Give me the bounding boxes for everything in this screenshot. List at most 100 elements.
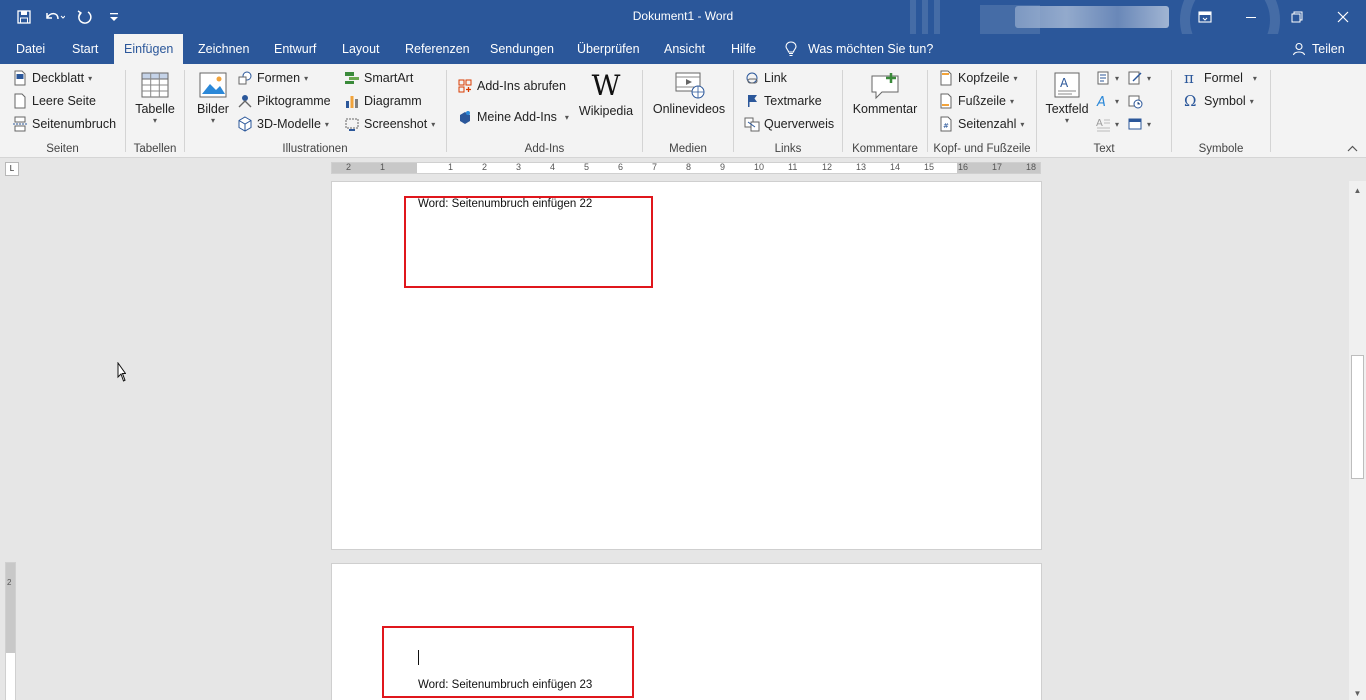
share-button[interactable]: Teilen [1292, 34, 1345, 64]
meine-add-ins-label: Meine Add-Ins [477, 110, 557, 124]
ruler-number: 15 [924, 162, 935, 172]
ruler-number: 16 [958, 162, 969, 172]
tab-ansicht[interactable]: Ansicht [664, 34, 705, 64]
kopfzeile-button[interactable]: Kopfzeile ▾ [938, 68, 1017, 88]
seitenzahl-label: Seitenzahl [958, 117, 1017, 131]
querverweis-button[interactable]: Querverweis [744, 114, 834, 134]
tab-referenzen[interactable]: Referenzen [405, 34, 470, 64]
vertical-scrollbar[interactable]: ▲ ▼ [1349, 181, 1366, 700]
diagramm-button[interactable]: Diagramm [344, 91, 422, 111]
leere-seite-button[interactable]: Leere Seite [12, 91, 96, 111]
tab-sendungen[interactable]: Sendungen [490, 34, 554, 64]
text-box-icon: A [1054, 72, 1080, 98]
smartart-button[interactable]: SmartArt [344, 68, 413, 88]
tab-entwurf[interactable]: Entwurf [274, 34, 316, 64]
ruler-number: 10 [754, 162, 765, 172]
drop-cap-icon: A [1096, 118, 1110, 132]
screenshot-icon [345, 118, 359, 131]
tabelle-button[interactable]: Tabelle ▾ [135, 70, 175, 125]
smartart-label: SmartArt [364, 71, 414, 85]
online-video-icon [675, 72, 705, 99]
minimize-icon[interactable] [1228, 0, 1274, 34]
quick-parts-icon [1097, 71, 1109, 85]
scroll-thumb[interactable] [1351, 355, 1364, 479]
textmarke-label: Textmarke [764, 94, 822, 108]
screenshot-button[interactable]: Screenshot ▾ [344, 114, 435, 134]
textfeld-button[interactable]: A Textfeld ▾ [1041, 70, 1093, 125]
tab-hilfe[interactable]: Hilfe [731, 34, 756, 64]
seitenzahl-button[interactable]: # Seitenzahl ▾ [938, 114, 1024, 134]
kommentar-label: Kommentar [852, 102, 918, 116]
close-icon[interactable] [1320, 0, 1366, 34]
ruler-number: 2 [482, 162, 488, 172]
link-button[interactable]: Link [744, 68, 787, 88]
ribbon-display-options-icon[interactable] [1182, 0, 1228, 34]
object-icon [1128, 118, 1142, 130]
collapse-ribbon-icon[interactable] [1347, 143, 1358, 155]
footer-icon [940, 93, 952, 109]
piktogramme-button[interactable]: Piktogramme [237, 91, 331, 111]
tab-zeichnen[interactable]: Zeichnen [198, 34, 249, 64]
shapes-icon [238, 71, 252, 85]
svg-text:A: A [1096, 118, 1103, 129]
symbol-button[interactable]: Ω Symbol ▾ [1184, 91, 1254, 111]
page-break-icon [13, 116, 27, 132]
tell-me-search[interactable]: Was möchten Sie tun? [784, 34, 933, 64]
horizontal-ruler[interactable]: 2 1 1 2 3 4 5 6 7 8 9 10 11 12 13 14 15 16 17 18 [331, 162, 1041, 174]
ruler-number: 9 [720, 162, 726, 172]
ruler-number: 8 [686, 162, 692, 172]
kommentar-button[interactable]: Kommentar [849, 70, 921, 116]
add-ins-abrufen-button[interactable]: Add-Ins abrufen [457, 76, 566, 96]
bilder-label: Bilder [197, 102, 229, 116]
dropcap-button[interactable]: A ▾ [1095, 114, 1119, 134]
group-symbole: π Formel ▾ Ω Symbol ▾ Symbole [1172, 64, 1270, 158]
textmarke-button[interactable]: Textmarke [744, 91, 822, 111]
chevron-down-icon: ▾ [1147, 119, 1152, 129]
wikipedia-button[interactable]: W Wikipedia [577, 70, 635, 119]
meine-add-ins-button[interactable]: Meine Add-Ins ▾ [457, 107, 569, 127]
wordart-button[interactable]: A ▾ [1095, 91, 1119, 111]
formel-button[interactable]: π Formel ▾ [1184, 68, 1257, 88]
comment-icon [871, 73, 899, 100]
seitenumbruch-button[interactable]: Seitenumbruch [12, 114, 116, 134]
date-time-icon [1128, 95, 1143, 109]
formen-button[interactable]: Formen ▾ [237, 68, 308, 88]
bilder-button[interactable]: Bilder ▾ [195, 70, 231, 125]
seitenumbruch-label: Seitenumbruch [32, 117, 117, 131]
icons-icon [238, 95, 252, 108]
ruler-number: 11 [788, 162, 798, 172]
signature-line-button[interactable]: ▾ [1127, 68, 1151, 88]
screenshot-label: Screenshot [364, 117, 428, 131]
wordart-icon: A [1096, 95, 1106, 109]
onlinevideos-button[interactable]: Onlinevideos [651, 70, 727, 116]
3d-modelle-button[interactable]: 3D-Modelle ▾ [237, 114, 329, 134]
deckblatt-button[interactable]: Deckblatt ▾ [12, 68, 92, 88]
header-icon [940, 70, 952, 86]
vertical-ruler[interactable]: 2 [5, 562, 16, 700]
tab-datei[interactable]: Datei [16, 34, 45, 64]
vertical-ruler-number: 2 [7, 578, 12, 587]
tab-start[interactable]: Start [72, 34, 98, 64]
tab-layout[interactable]: Layout [342, 34, 380, 64]
quick-parts-button[interactable]: ▾ [1095, 68, 1119, 88]
blank-page-icon [14, 93, 26, 109]
object-button[interactable]: ▾ [1127, 114, 1151, 134]
svg-text:A: A [1096, 95, 1106, 109]
chevron-down-icon: ▾ [324, 119, 329, 129]
ruler-number: 14 [890, 162, 901, 172]
ruler-number: 6 [618, 162, 624, 172]
account-area-blurred[interactable] [1015, 6, 1169, 28]
tab-einfuegen[interactable]: Einfügen [114, 34, 184, 64]
onlinevideos-label: Onlinevideos [652, 102, 726, 116]
restore-icon[interactable] [1274, 0, 1320, 34]
date-time-button[interactable] [1127, 91, 1143, 111]
tab-selector[interactable]: L [5, 162, 19, 176]
scroll-down-icon[interactable]: ▼ [1349, 686, 1366, 700]
tab-ueberpruefen[interactable]: Überprüfen [577, 34, 640, 64]
fusszeile-button[interactable]: Fußzeile ▾ [938, 91, 1014, 111]
chevron-down-icon: ▾ [1252, 73, 1257, 83]
scroll-up-icon[interactable]: ▲ [1349, 183, 1366, 197]
lightbulb-icon [785, 41, 797, 56]
group-label-seiten: Seiten [46, 143, 79, 155]
deckblatt-label: Deckblatt [32, 71, 85, 85]
